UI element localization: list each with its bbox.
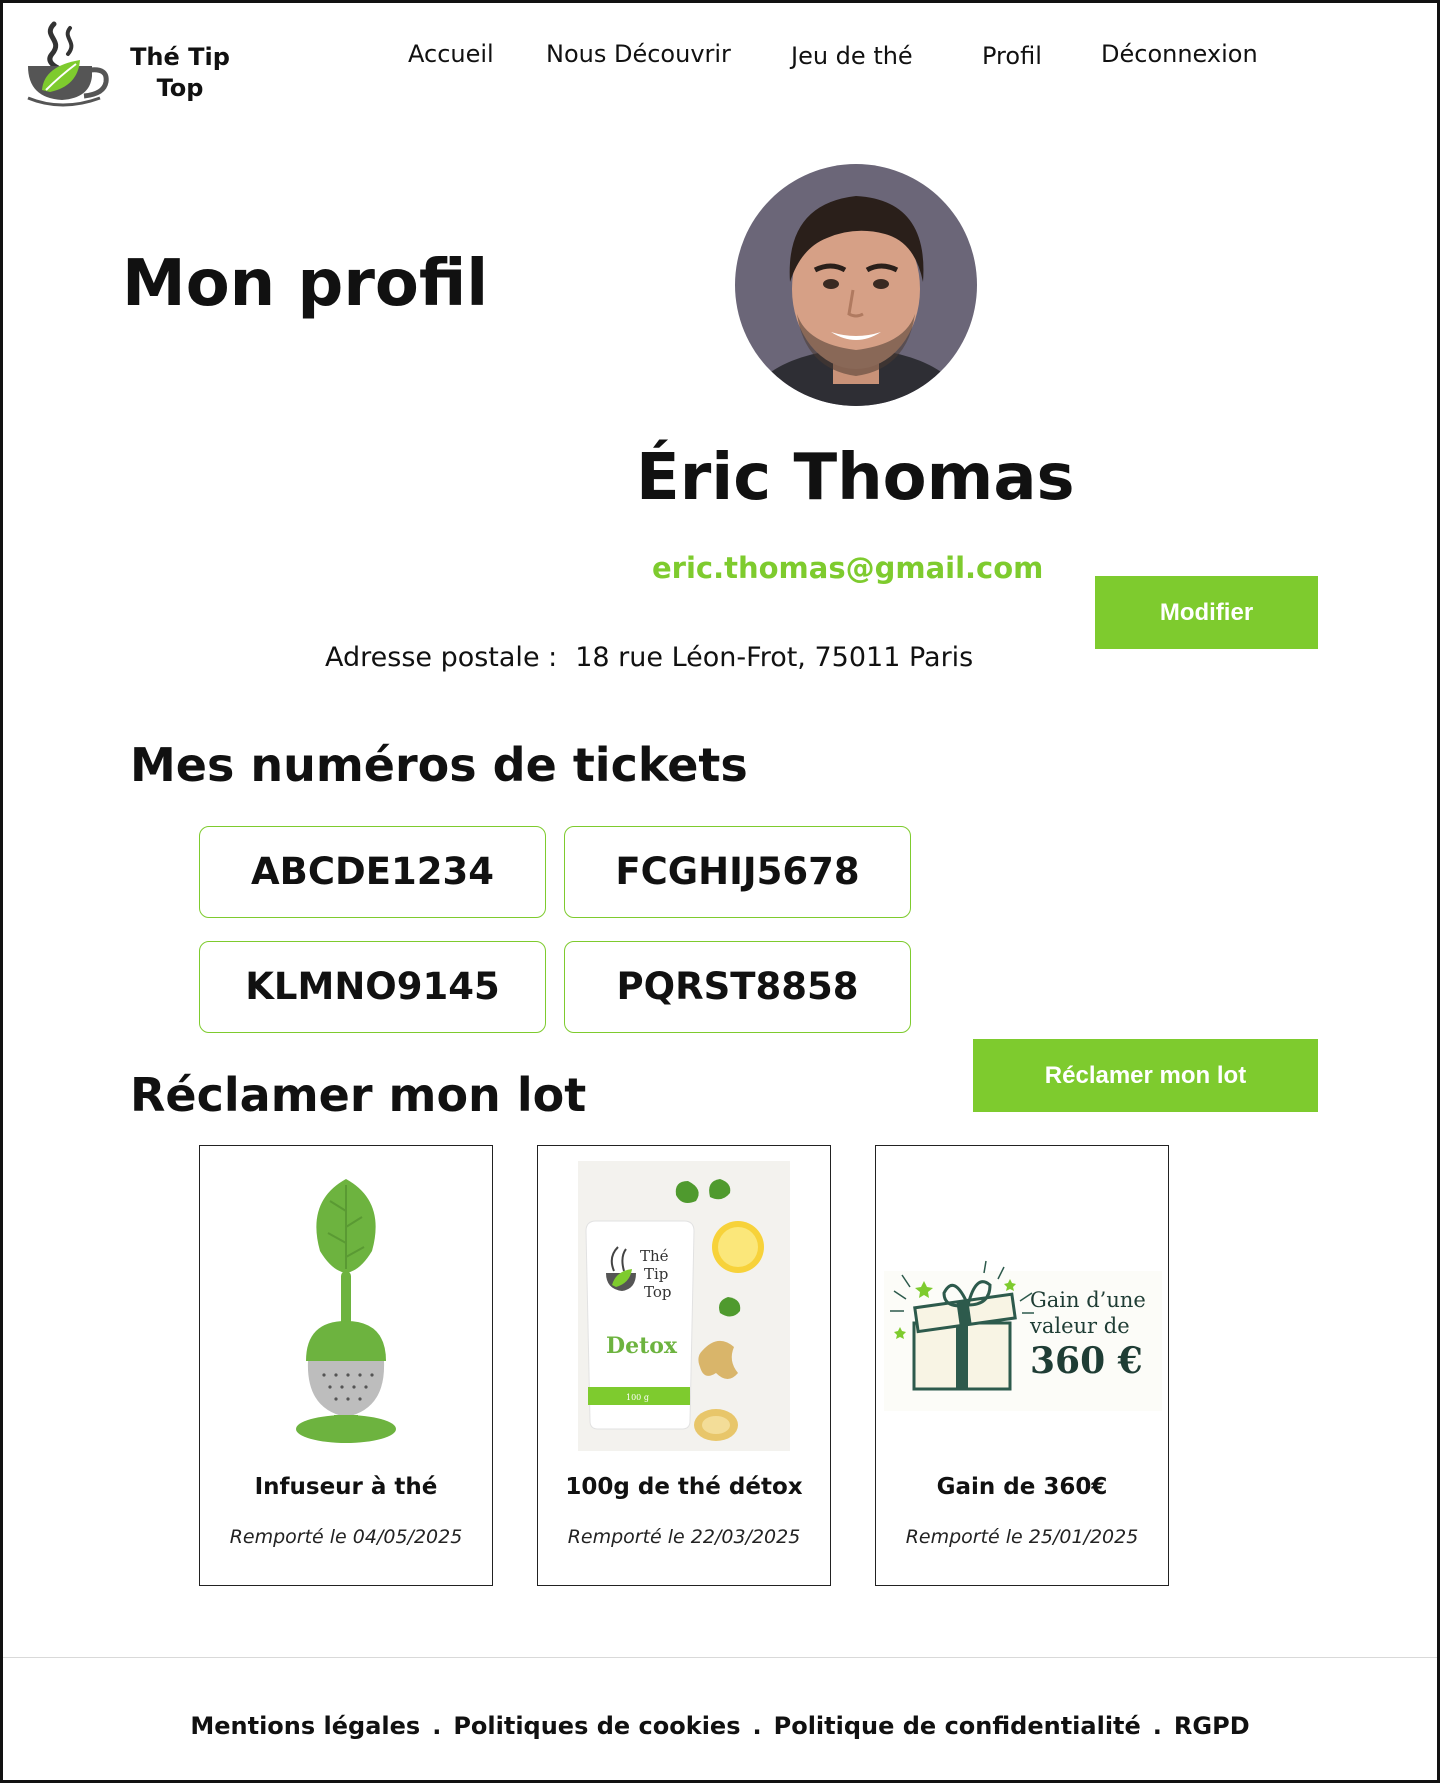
prize-card-infuser[interactable]: Infuseur à thé Remporté le 04/05/2025 [199, 1145, 493, 1586]
prize-name: Gain de 360€ [936, 1474, 1108, 1500]
footer-link-cookies[interactable]: Politiques de cookies [453, 1712, 740, 1740]
nav-link-accueil[interactable]: Accueil [408, 40, 494, 68]
footer-link-rgpd[interactable]: RGPD [1174, 1712, 1250, 1740]
postal-address: Adresse postale : 18 rue Léon-Frot, 75011… [325, 642, 973, 673]
prize-date: Remporté le 25/01/2025 [905, 1526, 1139, 1548]
detox-tea-pack-image: Thé Tip Top Detox 100 g [578, 1161, 790, 1451]
user-portrait-icon [735, 164, 977, 406]
ticket-number: PQRST8858 [564, 941, 911, 1033]
footer-separator: . [752, 1712, 762, 1740]
teacup-logo-icon [27, 21, 109, 107]
prize-card-detox-tea[interactable]: Thé Tip Top Detox 100 g 100g de thé déto… [537, 1145, 831, 1586]
user-email: eric.thomas@gmail.com [652, 551, 1044, 585]
pack-brand-line: Top [644, 1283, 671, 1301]
ticket-number: FCGHIJ5678 [564, 826, 911, 918]
footer-link-confidentialite[interactable]: Politique de confidentialité [774, 1712, 1141, 1740]
nav-link-profil[interactable]: Profil [982, 42, 1042, 70]
footer-links: Mentions légales. Politiques de cookies. P… [0, 1712, 1440, 1740]
address-value: 18 rue Léon-Frot, 75011 Paris [575, 642, 974, 673]
pack-brand-line: Thé [640, 1247, 669, 1265]
prize-date: Remporté le 04/05/2025 [229, 1526, 463, 1548]
voucher-amount: 360 € [1030, 1340, 1143, 1382]
ticket-number: ABCDE1234 [199, 826, 546, 918]
voucher-text-line: valeur de [1029, 1314, 1130, 1338]
tea-infuser-image [240, 1161, 452, 1451]
prize-date: Remporté le 22/03/2025 [567, 1526, 801, 1548]
nav-link-nous-decouvrir[interactable]: Nous Découvrir [546, 40, 731, 68]
prize-name: Infuseur à thé [254, 1474, 438, 1500]
page-title: Mon profil [122, 247, 489, 321]
nav-link-deconnexion[interactable]: Déconnexion [1101, 40, 1258, 68]
claim-prize-button[interactable]: Réclamer mon lot [973, 1039, 1318, 1112]
user-name: Éric Thomas [636, 441, 1075, 515]
nav-link-jeu-de-the[interactable]: Jeu de thé [791, 42, 913, 70]
footer-divider [3, 1657, 1437, 1658]
footer-link-mentions-legales[interactable]: Mentions légales [190, 1712, 420, 1740]
prize-name: 100g de thé détox [565, 1474, 803, 1500]
tickets-section-title: Mes numéros de tickets [130, 738, 748, 792]
avatar [735, 164, 977, 406]
prize-card-gift[interactable]: Gain d’une valeur de 360 € Gain de 360€ … [875, 1145, 1169, 1586]
pack-weight: 100 g [626, 1393, 649, 1402]
ticket-number: KLMNO9145 [199, 941, 546, 1033]
footer-separator: . [432, 1712, 442, 1740]
pack-brand-line: Tip [644, 1265, 668, 1283]
footer-separator: . [1152, 1712, 1162, 1740]
gift-voucher-image: Gain d’une valeur de 360 € [884, 1260, 1162, 1411]
pack-label: Detox [606, 1333, 678, 1359]
prizes-section-title: Réclamer mon lot [130, 1068, 587, 1122]
address-label: Adresse postale : [325, 642, 558, 673]
modify-profile-button[interactable]: Modifier [1095, 576, 1318, 649]
brand-name: Thé Tip Top [130, 43, 230, 102]
voucher-text-line: Gain d’une [1030, 1288, 1146, 1312]
